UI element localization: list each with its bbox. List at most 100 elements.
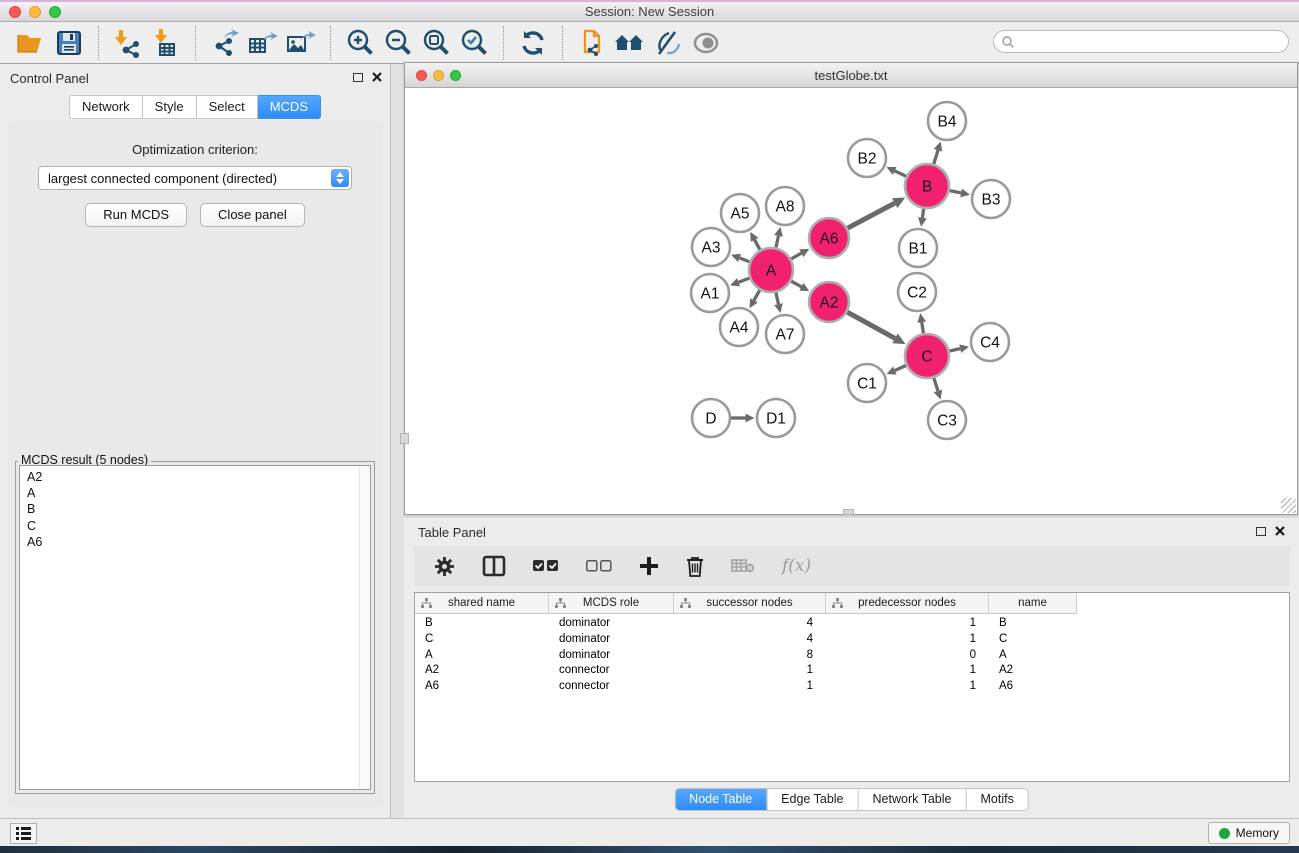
mcds-result-list[interactable]: A2ABCA6 — [19, 465, 371, 790]
table-cell[interactable]: A2 — [415, 663, 549, 679]
network-zoom-button[interactable] — [450, 70, 461, 81]
column-header-name[interactable]: name — [989, 593, 1077, 614]
zoom-in-icon[interactable] — [343, 27, 377, 59]
network-edge-B-B4[interactable] — [934, 150, 938, 164]
column-header-mcds-role[interactable]: MCDS role — [549, 593, 674, 614]
float-table-panel-icon[interactable] — [1256, 527, 1266, 536]
export-table-icon[interactable] — [246, 27, 280, 59]
network-edge-B-B3[interactable] — [950, 191, 962, 193]
minimize-window-button[interactable] — [29, 6, 41, 18]
table-row[interactable]: A2connector11A2 — [415, 663, 1289, 679]
network-edge-C-C4[interactable] — [949, 349, 960, 351]
float-panel-icon[interactable] — [353, 73, 363, 82]
delete-table-icon[interactable] — [731, 558, 755, 574]
resize-grip[interactable] — [1281, 498, 1296, 513]
network-edge-A-A2[interactable] — [791, 281, 801, 287]
network-edge-A-A5[interactable] — [755, 240, 760, 250]
network-edge-A2-C[interactable] — [847, 312, 895, 338]
vertical-splitter-handle[interactable] — [400, 433, 409, 444]
network-edge-A-A3[interactable] — [739, 258, 749, 262]
close-table-panel-icon[interactable] — [1275, 526, 1285, 536]
table-cell[interactable]: B — [415, 616, 549, 632]
table-cell[interactable]: B — [989, 616, 1077, 632]
table-row[interactable]: Cdominator41C — [415, 632, 1289, 648]
criterion-dropdown[interactable]: largest connected component (directed) — [38, 166, 352, 190]
tab-select[interactable]: Select — [197, 95, 258, 119]
mcds-result-item[interactable]: A6 — [27, 534, 370, 550]
zoom-fit-icon[interactable] — [419, 27, 453, 59]
network-edge-A6-B[interactable] — [848, 203, 895, 228]
task-history-button[interactable] — [10, 823, 37, 844]
clone-network-icon[interactable] — [575, 27, 609, 59]
table-row[interactable]: Bdominator41B — [415, 616, 1289, 632]
mcds-result-item[interactable]: A — [27, 485, 370, 501]
hide-annotations-icon[interactable] — [651, 27, 685, 59]
zoom-out-icon[interactable] — [381, 27, 415, 59]
table-cell[interactable]: 1 — [826, 632, 989, 648]
table-cell[interactable]: dominator — [549, 632, 674, 648]
table-tab-network-table[interactable]: Network Table — [858, 789, 966, 810]
table-tab-motifs[interactable]: Motifs — [965, 789, 1027, 810]
zoom-window-button[interactable] — [49, 6, 61, 18]
show-columns-icon[interactable] — [482, 555, 506, 577]
tab-mcds[interactable]: MCDS — [258, 95, 321, 119]
mcds-result-item[interactable]: A2 — [27, 469, 370, 485]
table-cell[interactable]: 1 — [674, 663, 826, 679]
column-header-successor-nodes[interactable]: successor nodes — [674, 593, 826, 614]
table-tab-node-table[interactable]: Node Table — [675, 789, 766, 810]
zoom-selected-icon[interactable] — [457, 27, 491, 59]
network-edge-C-C3[interactable] — [934, 378, 938, 391]
table-cell[interactable]: 0 — [826, 648, 989, 664]
deselect-all-icon[interactable] — [586, 560, 612, 573]
network-edge-A-A1[interactable] — [739, 278, 750, 282]
network-edge-A-A4[interactable] — [754, 290, 760, 300]
column-header-predecessor-nodes[interactable]: predecessor nodes — [826, 593, 989, 614]
search-box[interactable] — [993, 30, 1289, 53]
tab-network[interactable]: Network — [69, 95, 143, 119]
table-cell[interactable]: A2 — [989, 663, 1077, 679]
import-table-icon[interactable] — [149, 27, 183, 59]
save-session-icon[interactable] — [52, 27, 86, 59]
column-header-shared-name[interactable]: shared name — [415, 593, 549, 614]
network-edge-B-B1[interactable] — [922, 209, 923, 218]
table-cell[interactable]: C — [989, 632, 1077, 648]
tab-style[interactable]: Style — [143, 95, 197, 119]
table-cell[interactable]: 1 — [826, 616, 989, 632]
network-edge-C-C1[interactable] — [895, 365, 906, 370]
network-edge-B-B2[interactable] — [895, 171, 907, 176]
import-network-icon[interactable] — [111, 27, 145, 59]
table-cell[interactable]: A6 — [989, 679, 1077, 695]
table-row[interactable]: Adominator80A — [415, 648, 1289, 664]
table-cell[interactable]: 1 — [826, 663, 989, 679]
table-cell[interactable]: C — [415, 632, 549, 648]
close-panel-icon[interactable] — [372, 72, 382, 82]
table-row[interactable]: A6connector11A6 — [415, 679, 1289, 695]
table-cell[interactable]: dominator — [549, 616, 674, 632]
cybrowser-home-icon[interactable] — [613, 27, 647, 59]
mcds-result-item[interactable]: B — [27, 501, 370, 517]
search-input[interactable] — [1015, 33, 1288, 51]
select-all-icon[interactable] — [533, 560, 559, 573]
show-graphics-eye-icon[interactable] — [689, 27, 723, 59]
delete-column-trash-icon[interactable] — [686, 556, 704, 577]
horizontal-splitter-handle[interactable] — [843, 509, 854, 515]
memory-button[interactable]: Memory — [1208, 822, 1290, 844]
result-scrollbar[interactable] — [359, 466, 370, 789]
table-cell[interactable]: connector — [549, 663, 674, 679]
network-edge-A-A6[interactable] — [791, 253, 801, 259]
table-tab-edge-table[interactable]: Edge Table — [766, 789, 857, 810]
table-cell[interactable]: A — [415, 648, 549, 664]
close-panel-button[interactable]: Close panel — [200, 203, 305, 227]
table-settings-gear-icon[interactable] — [434, 556, 455, 577]
refresh-layout-icon[interactable] — [516, 27, 550, 59]
network-canvas[interactable]: AA1A3A4A5A6A7A8A2BB1B2B3B4CC1C2C3C4DD1 — [405, 88, 1297, 514]
run-mcds-button[interactable]: Run MCDS — [85, 203, 187, 227]
table-cell[interactable]: dominator — [549, 648, 674, 664]
table-cell[interactable]: 1 — [826, 679, 989, 695]
table-cell[interactable]: 1 — [674, 679, 826, 695]
table-cell[interactable]: A6 — [415, 679, 549, 695]
network-close-button[interactable] — [416, 70, 427, 81]
export-image-icon[interactable] — [284, 27, 318, 59]
network-edge-C-C2[interactable] — [922, 322, 924, 333]
close-window-button[interactable] — [9, 6, 21, 18]
